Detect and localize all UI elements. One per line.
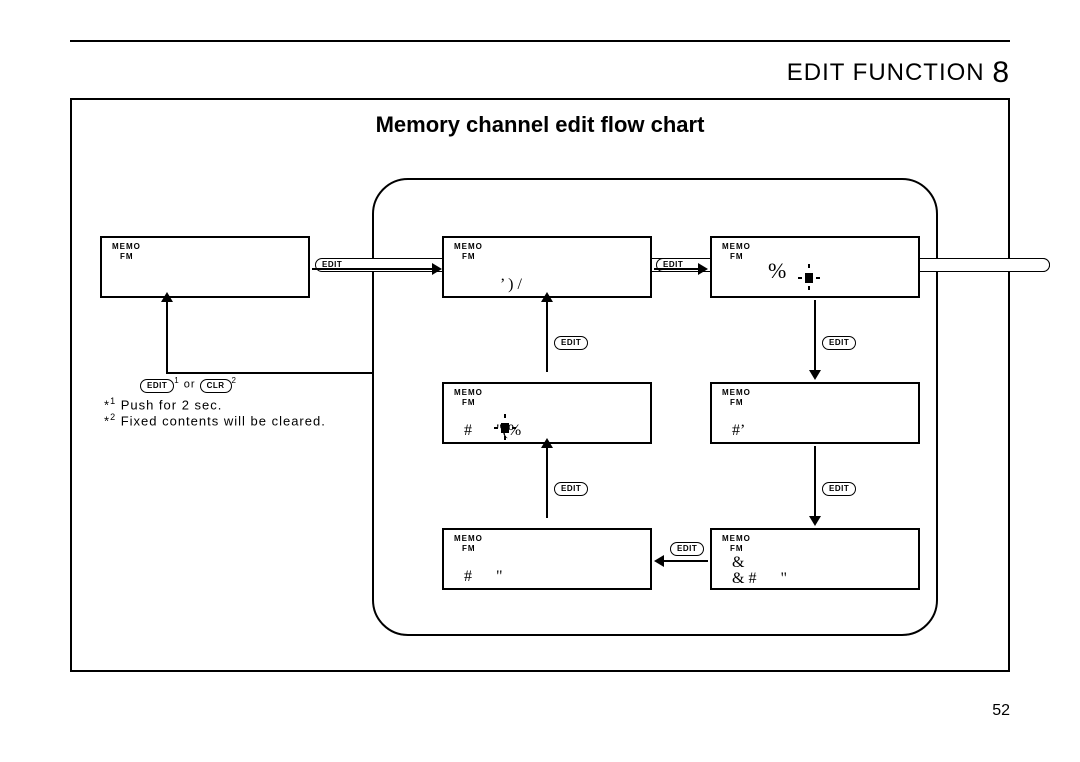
display-step-5: MEMO FM #’ xyxy=(710,382,920,444)
arrowhead-d3-d5 xyxy=(809,370,821,380)
arrowhead-d7-d6 xyxy=(654,555,664,567)
diagram-frame: Memory channel edit ﬂow chart MEMO FM ED… xyxy=(70,98,1010,672)
edit-pill-exit: EDIT xyxy=(140,379,174,393)
display-step-4: MEMO FM # "(% xyxy=(442,382,652,444)
edit-pill: EDIT xyxy=(554,482,588,496)
fm-label: FM xyxy=(462,398,476,407)
memo-label: MEMO xyxy=(454,242,483,251)
clr-pill-exit: CLR xyxy=(200,379,232,393)
arrow-d2-d3 xyxy=(654,268,700,270)
page: EDIT FUNCTION 8 Memory channel edit ﬂow … xyxy=(70,40,1010,720)
arrow-d5-d7 xyxy=(814,446,816,518)
display-step-6: MEMO FM # " xyxy=(442,528,652,590)
section-number: 8 xyxy=(992,56,1010,89)
diagram-title: Memory channel edit ﬂow chart xyxy=(376,112,705,138)
display-step-3: MEMO FM % xyxy=(710,236,920,298)
footnote-1: *1 Push for 2 sec. xyxy=(104,396,326,412)
fm-label: FM xyxy=(462,252,476,261)
arrowhead-d4-d2 xyxy=(541,292,553,302)
fm-label: FM xyxy=(462,544,476,553)
blink-icon xyxy=(498,418,512,436)
edit-pill: EDIT xyxy=(670,542,704,556)
header-title: EDIT FUNCTION xyxy=(787,59,985,86)
display-start: MEMO FM xyxy=(100,236,310,298)
memo-label: MEMO xyxy=(112,242,141,251)
display-step-2: MEMO FM ’ ) / xyxy=(442,236,652,298)
arrow-start-to-d2 xyxy=(312,268,434,270)
arrow-d3-d5 xyxy=(814,300,816,372)
memo-label: MEMO xyxy=(722,388,751,397)
display-content: % xyxy=(768,258,786,284)
display-content: # " xyxy=(464,568,503,586)
memo-label: MEMO xyxy=(454,388,483,397)
arrow-return-vert xyxy=(166,300,168,372)
display-content-b: & # " xyxy=(732,570,787,588)
arrowhead-d6-d4 xyxy=(541,438,553,448)
sup-1: 1 xyxy=(174,376,179,385)
display-content: # "(% xyxy=(464,422,521,440)
page-number: 52 xyxy=(992,702,1010,720)
or-label: or xyxy=(184,379,196,391)
edit-pill: EDIT xyxy=(822,336,856,350)
page-header: EDIT FUNCTION 8 xyxy=(787,56,1010,90)
display-content: ’ ) / xyxy=(500,276,522,294)
memo-label: MEMO xyxy=(722,534,751,543)
footnotes: *1 Push for 2 sec. *2 Fixed contents wil… xyxy=(104,396,326,429)
arrow-d6-d4 xyxy=(546,446,548,518)
fm-label: FM xyxy=(120,252,134,261)
display-step-7: MEMO FM & & # " xyxy=(710,528,920,590)
header-rule xyxy=(70,40,1010,42)
memo-label: MEMO xyxy=(454,534,483,543)
arrowhead-d5-d7 xyxy=(809,516,821,526)
arrowhead-start-to-d2 xyxy=(432,263,442,275)
fm-label: FM xyxy=(730,252,744,261)
memo-label: MEMO xyxy=(722,242,751,251)
exit-buttons: EDIT1 or CLR2 xyxy=(140,376,237,393)
footnote-2: *2 Fixed contents will be cleared. xyxy=(104,412,326,428)
blink-icon xyxy=(802,268,816,286)
display-content: #’ xyxy=(732,422,745,440)
edit-pill: EDIT xyxy=(822,482,856,496)
edit-pill: EDIT xyxy=(554,336,588,350)
arrow-d4-d2 xyxy=(546,300,548,372)
arrowhead-return xyxy=(161,292,173,302)
fm-label: FM xyxy=(730,398,744,407)
arrow-d7-d6 xyxy=(664,560,708,562)
arrow-return-horiz xyxy=(166,372,372,374)
sup-2: 2 xyxy=(232,376,237,385)
arrowhead-d2-d3 xyxy=(698,263,708,275)
fm-label: FM xyxy=(730,544,744,553)
